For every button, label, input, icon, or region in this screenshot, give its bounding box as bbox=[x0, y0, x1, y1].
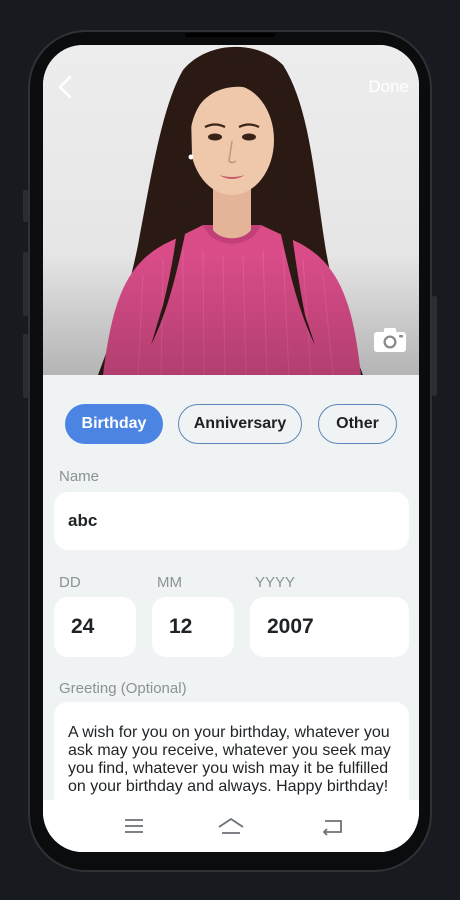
home-nav-button[interactable] bbox=[216, 814, 246, 838]
change-photo-button[interactable] bbox=[373, 327, 407, 353]
name-value: abc bbox=[68, 511, 98, 530]
event-type-tabs: Birthday Anniversary Other bbox=[65, 404, 405, 446]
day-label: DD bbox=[59, 574, 81, 591]
month-label: MM bbox=[157, 574, 182, 591]
app-screen: Done Birthday Anniversary Other Name abc bbox=[43, 45, 419, 852]
photo-gradient-overlay bbox=[43, 255, 419, 375]
menu-nav-button[interactable] bbox=[119, 814, 149, 838]
year-value: 2007 bbox=[267, 615, 314, 638]
month-value: 12 bbox=[169, 615, 193, 638]
system-nav-bar bbox=[43, 800, 419, 852]
day-field[interactable]: 24 bbox=[54, 597, 136, 657]
device-mockup: Done Birthday Anniversary Other Name abc bbox=[0, 0, 460, 900]
greeting-label: Greeting (Optional) bbox=[59, 680, 187, 697]
greeting-value: A wish for you on your birthday, whateve… bbox=[68, 724, 391, 795]
tab-birthday[interactable]: Birthday bbox=[65, 404, 163, 444]
tab-other[interactable]: Other bbox=[318, 404, 397, 444]
home-icon bbox=[218, 818, 244, 834]
camera-icon bbox=[374, 328, 406, 352]
tab-anniversary[interactable]: Anniversary bbox=[178, 404, 302, 444]
year-label: YYYY bbox=[255, 574, 296, 591]
back-button[interactable] bbox=[53, 73, 77, 101]
chevron-left-icon bbox=[58, 75, 72, 99]
speaker-grille bbox=[185, 33, 275, 37]
day-value: 24 bbox=[71, 615, 95, 638]
menu-icon bbox=[125, 819, 143, 833]
device-power-button bbox=[432, 296, 437, 396]
name-field[interactable]: abc bbox=[54, 492, 409, 550]
back-icon bbox=[322, 820, 342, 836]
year-field[interactable]: 2007 bbox=[250, 597, 409, 657]
name-label: Name bbox=[59, 468, 100, 485]
month-field[interactable]: 12 bbox=[152, 597, 234, 657]
done-button[interactable]: Done bbox=[368, 77, 409, 97]
portrait-photo[interactable]: Done bbox=[43, 45, 419, 375]
back-nav-button[interactable] bbox=[317, 814, 347, 838]
